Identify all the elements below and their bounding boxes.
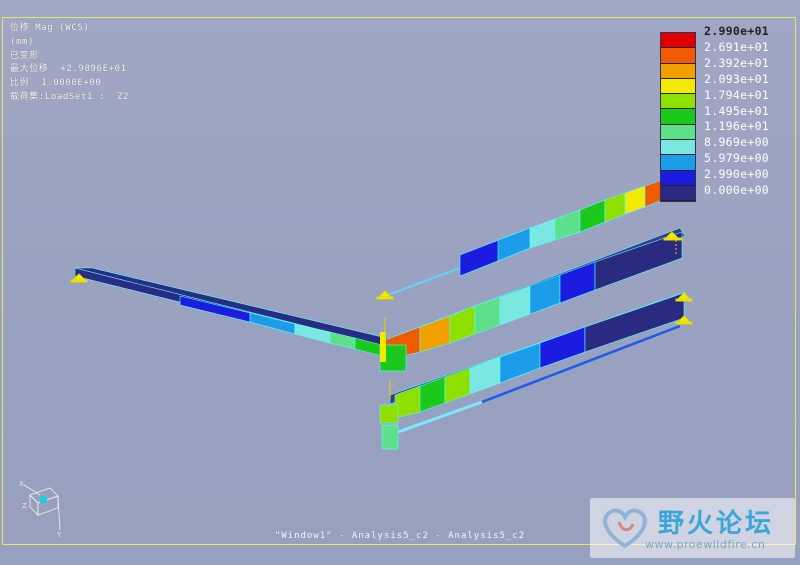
support-markers xyxy=(70,231,693,400)
legend-swatch xyxy=(661,63,695,79)
info-line-max-displacement: 最大位移 +2.9896E+01 xyxy=(10,64,127,75)
legend-swatch xyxy=(661,33,695,49)
color-legend-scale xyxy=(660,32,696,203)
legend-label: 1.196e+01 xyxy=(704,119,770,134)
legend-swatch xyxy=(661,170,695,186)
legend-swatch xyxy=(661,124,695,141)
beam-left xyxy=(74,267,397,357)
legend-label: 2.691e+01 xyxy=(704,39,770,54)
beam-top xyxy=(384,174,679,297)
legend-label: 0.000e+00 xyxy=(704,183,770,198)
legend-label: 2.093e+01 xyxy=(704,71,770,86)
axis-z-label: Z xyxy=(22,502,27,510)
legend-label: 1.495e+01 xyxy=(704,103,770,118)
legend-label: 2.392e+01 xyxy=(704,55,770,70)
watermark-url: www.proewildfire.cn xyxy=(645,538,766,551)
legend-label: 5.979e+00 xyxy=(704,151,770,166)
beam-lower xyxy=(389,291,686,434)
info-line-scale: 比例 1.0000E+00 xyxy=(10,78,102,89)
legend-swatch xyxy=(661,155,695,171)
legend-swatch xyxy=(661,109,695,125)
info-line-deformed: 已变形 xyxy=(10,50,39,61)
legend-swatch xyxy=(661,94,695,110)
axis-x-label: X xyxy=(19,480,24,488)
info-line-loadset: 载荷集:LoadSet1 : Z2 xyxy=(10,91,130,102)
legend-label: 1.794e+01 xyxy=(704,87,770,102)
legend-swatch xyxy=(661,140,695,156)
info-line-quantity: 位移 Mag (WCS) xyxy=(10,23,90,33)
legend-swatch xyxy=(661,48,695,64)
info-line-units: (mm) xyxy=(10,36,35,47)
coordinate-axes-icon xyxy=(23,484,61,531)
legend-swatch xyxy=(661,78,695,95)
result-info-panel: 位移 Mag (WCS) (mm) 已变形 最大位移 +2.9896E+01 比… xyxy=(10,22,129,105)
legend-label: 2.990e+00 xyxy=(704,167,770,182)
legend-label: 8.969e+00 xyxy=(704,135,770,150)
legend-label: 2.990e+01 xyxy=(704,24,770,38)
color-legend-labels: 2.990e+01 2.691e+01 2.392e+01 2.093e+01 1.79… xyxy=(704,24,769,199)
legend-swatch xyxy=(661,185,695,202)
watermark-text: 野火论坛 xyxy=(658,509,775,539)
